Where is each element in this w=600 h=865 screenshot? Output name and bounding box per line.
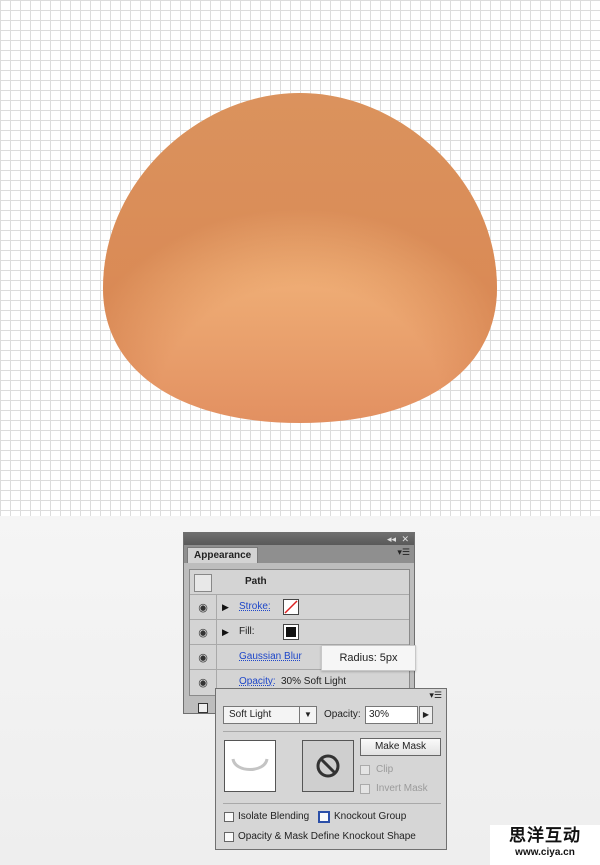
- tab-appearance[interactable]: Appearance: [187, 547, 259, 563]
- stroke-row[interactable]: ◉ ▶ Stroke:: [190, 595, 409, 620]
- isolate-blending-label: Isolate Blending: [238, 811, 310, 822]
- close-icon[interactable]: ✕: [401, 533, 409, 545]
- invert-mask-label: Invert Mask: [376, 783, 428, 794]
- path-thumbnail: [194, 574, 212, 592]
- transparency-panel: ▾☰ Soft Light ▼ Opacity: 30% ▶ Make Mask…: [215, 688, 447, 850]
- artboard-canvas: [0, 0, 600, 516]
- eye-icon[interactable]: ◉: [190, 670, 217, 694]
- clip-label: Clip: [376, 764, 394, 775]
- fill-row[interactable]: ◉ ▶ Fill:: [190, 620, 409, 645]
- opacity-value: 30% Soft Light: [281, 676, 347, 687]
- opacity-link[interactable]: Opacity:: [239, 676, 276, 687]
- expand-triangle-icon[interactable]: ▶: [222, 602, 229, 613]
- watermark: 思洋互动 www.ciya.cn: [490, 825, 600, 865]
- none-slash-icon: [284, 600, 298, 614]
- appearance-rows: Path ◉ ▶ Stroke: ◉ ▶ Fill: ◉ Gaussian Bl…: [189, 569, 410, 696]
- panel-menu-icon[interactable]: ▾☰: [397, 547, 410, 558]
- stroke-none-swatch[interactable]: [283, 599, 299, 615]
- gaussian-blur-link[interactable]: Gaussian Blur: [239, 651, 302, 662]
- opacity-input[interactable]: 30%: [365, 706, 418, 724]
- opacity-mask-knockout-label: Opacity & Mask Define Knockout Shape: [238, 831, 416, 842]
- path-label: Path: [245, 576, 267, 587]
- panel-titlebar[interactable]: ◂◂ ✕: [184, 533, 414, 545]
- eye-icon[interactable]: ◉: [190, 595, 217, 619]
- divider: [223, 731, 441, 732]
- isolate-blending-checkbox[interactable]: [224, 812, 234, 822]
- eye-icon[interactable]: ◉: [190, 645, 217, 669]
- artwork-thumbnail[interactable]: [224, 740, 276, 792]
- blend-mode-select[interactable]: Soft Light ▼: [223, 706, 317, 724]
- appearance-panel: ◂◂ ✕ Appearance ▾☰ Path ◉ ▶ Stroke: ◉ ▶ …: [183, 532, 415, 714]
- opacity-label: Opacity:: [324, 709, 361, 720]
- blend-mode-value: Soft Light: [229, 709, 272, 720]
- expand-triangle-icon[interactable]: ▶: [222, 627, 229, 638]
- collapse-icon[interactable]: ◂◂: [387, 533, 396, 545]
- make-mask-button[interactable]: Make Mask: [360, 738, 441, 756]
- path-row[interactable]: Path: [190, 570, 409, 595]
- swatch-color: [286, 627, 296, 637]
- panel-tabstrip: Appearance ▾☰: [184, 545, 414, 563]
- stroke-link[interactable]: Stroke:: [239, 601, 271, 612]
- no-mask-icon: [316, 754, 340, 778]
- knockout-group-label: Knockout Group: [334, 811, 407, 822]
- divider: [223, 803, 441, 804]
- chevron-down-icon[interactable]: ▼: [299, 707, 316, 723]
- opacity-slider-arrow-icon[interactable]: ▶: [419, 706, 433, 724]
- opacity-mask-knockout-checkbox[interactable]: [224, 832, 234, 842]
- watermark-url: www.ciya.cn: [515, 847, 575, 858]
- watermark-chinese: 思洋互动: [509, 826, 581, 846]
- orange-shape: [103, 93, 497, 423]
- clip-checkbox[interactable]: [360, 765, 370, 775]
- fill-label: Fill:: [239, 626, 255, 637]
- invert-mask-checkbox[interactable]: [360, 784, 370, 794]
- eye-icon[interactable]: ◉: [190, 620, 217, 644]
- shape-thumbnail: [231, 758, 269, 771]
- radius-tooltip: Radius: 5px: [321, 645, 416, 671]
- knockout-group-checkbox[interactable]: [318, 811, 330, 823]
- panel-menu-icon[interactable]: ▾☰: [429, 690, 442, 701]
- fill-black-swatch[interactable]: [283, 624, 299, 640]
- add-new-stroke-icon[interactable]: [198, 703, 208, 713]
- opacity-mask-thumbnail[interactable]: [302, 740, 354, 792]
